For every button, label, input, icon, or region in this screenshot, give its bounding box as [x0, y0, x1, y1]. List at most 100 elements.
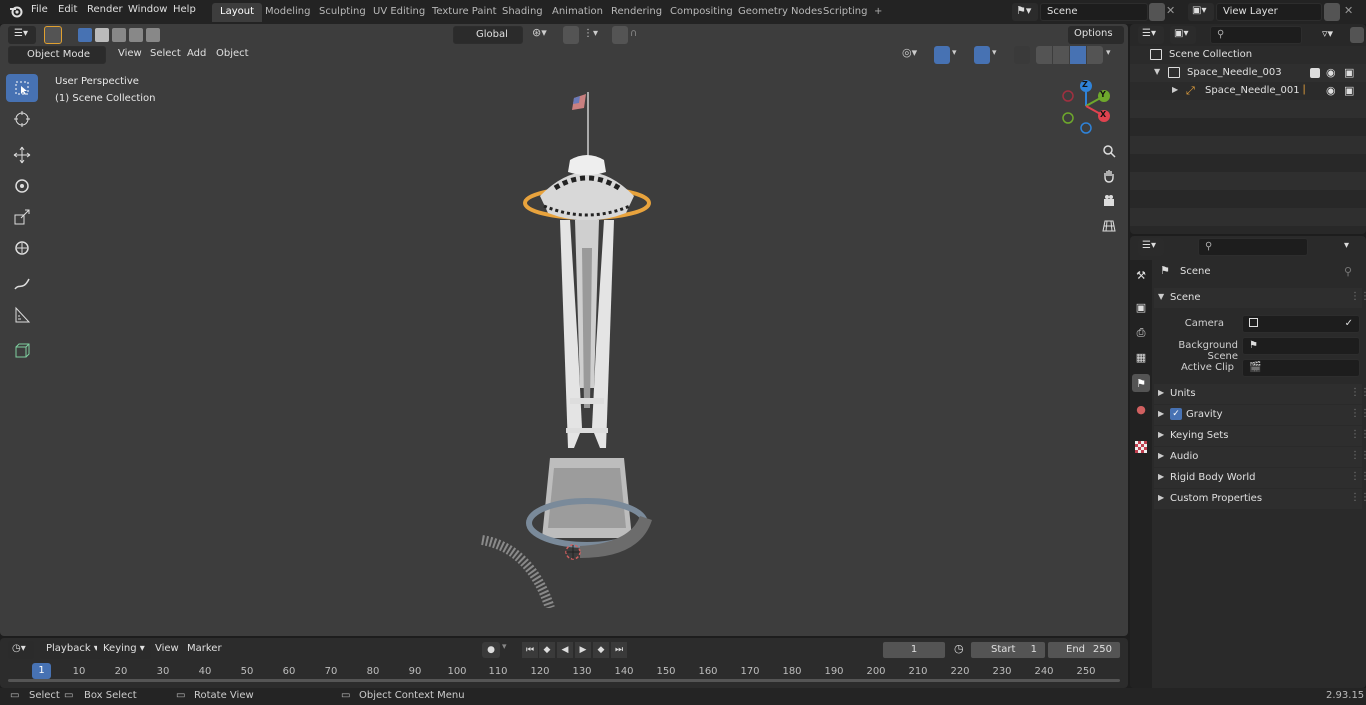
eye-icon[interactable]: ◉ — [1326, 66, 1336, 79]
gizmo-dropdown-icon[interactable]: ▾ — [952, 48, 962, 62]
delete-view-layer-icon[interactable]: ✕ — [1344, 4, 1358, 20]
shading-dropdown-icon[interactable]: ▾ — [1106, 48, 1116, 62]
snap-target-icon[interactable]: ⋮▾ — [583, 28, 607, 44]
transform-orientation-select[interactable]: Global — [453, 26, 523, 44]
xray-toggle-icon[interactable] — [1014, 46, 1030, 64]
world-tab-icon[interactable]: ● — [1132, 400, 1150, 418]
audio-panel-header[interactable]: ▶ Audio ⋮⋮ — [1154, 447, 1366, 467]
tab-texture-paint[interactable]: Texture Paint — [424, 3, 505, 22]
active-clip-field[interactable]: 🎬 — [1242, 359, 1360, 377]
shading-rendered-icon[interactable] — [1087, 46, 1103, 64]
tab-shading[interactable]: Shading — [494, 3, 551, 22]
tree-row-space-needle-003[interactable]: ▼ Space_Needle_003 ◉ ▣ — [1130, 64, 1366, 82]
drag-handle-icon[interactable]: ⋮⋮ — [1350, 387, 1366, 398]
menu-edit[interactable]: Edit — [58, 4, 77, 15]
options-button[interactable]: Options — [1068, 26, 1124, 44]
gravity-panel-header[interactable]: ▶ ✓ Gravity ⋮⋮ — [1154, 405, 1366, 425]
tree-row-scene-collection[interactable]: Scene Collection — [1130, 46, 1366, 64]
tab-layout[interactable]: Layout — [212, 3, 262, 22]
auto-keying-dropdown-icon[interactable]: ▾ — [502, 642, 514, 658]
move-tool-icon[interactable] — [6, 141, 38, 169]
scene-panel-header[interactable]: ▼ Scene ⋮⋮ — [1154, 288, 1366, 308]
prev-keyframe-icon[interactable]: ◆ — [539, 642, 555, 658]
add-workspace-button[interactable]: + — [866, 3, 890, 22]
keying-menu[interactable]: Keying ▾ — [97, 641, 151, 659]
new-view-layer-icon[interactable] — [1324, 3, 1340, 21]
select-box-tool-icon[interactable] — [44, 26, 62, 44]
marker-menu[interactable]: Marker — [181, 641, 228, 659]
tree-row-space-needle-001[interactable]: ▶ ⤢ Space_Needle_001 ❘ ◉ ▣ — [1130, 82, 1366, 100]
jump-start-icon[interactable]: ⏮ — [522, 642, 538, 658]
filter-icon[interactable]: ▿▾ — [1322, 27, 1346, 43]
exclude-checkbox-icon[interactable] — [1310, 68, 1320, 78]
drag-handle-icon[interactable]: ⋮⋮ — [1350, 450, 1366, 461]
drag-handle-icon[interactable]: ⋮⋮ — [1350, 471, 1366, 482]
rigid-body-panel-header[interactable]: ▶ Rigid Body World ⋮⋮ — [1154, 468, 1366, 488]
gizmo-toggle-icon[interactable] — [934, 46, 950, 64]
texture-tab-icon[interactable] — [1132, 438, 1150, 456]
object-menu[interactable]: Object — [210, 46, 255, 64]
drag-handle-icon[interactable]: ⋮⋮ — [1350, 492, 1366, 503]
current-frame-field[interactable]: 1 — [882, 641, 946, 659]
outliner-search-input[interactable]: ⚲ — [1210, 26, 1302, 44]
playhead-marker[interactable]: 1 — [32, 663, 51, 679]
gravity-checkbox[interactable]: ✓ — [1170, 408, 1182, 420]
timeline-scrollbar[interactable] — [8, 679, 1120, 682]
measure-tool-icon[interactable] — [6, 301, 38, 329]
timeline-editor-type-icon[interactable]: ◷▾ — [8, 641, 34, 659]
scene-name-field[interactable]: Scene — [1040, 3, 1148, 21]
end-frame-field[interactable]: End 250 — [1047, 641, 1121, 659]
scene-tab-icon[interactable]: ⚑ — [1132, 374, 1150, 392]
pivot-point-icon[interactable]: ⊛▾ — [532, 26, 554, 44]
navigation-gizmo[interactable]: Z Y X — [1058, 76, 1118, 136]
visibility-filter-icon[interactable]: ◎▾ — [902, 46, 928, 64]
start-frame-field[interactable]: Start 1 — [970, 641, 1046, 659]
snap-icon[interactable] — [563, 26, 579, 44]
tab-compositing[interactable]: Compositing — [662, 3, 741, 22]
background-scene-field[interactable]: ⚑ — [1242, 337, 1360, 355]
scene-selector-icon[interactable]: ⚑▾ — [1012, 3, 1038, 21]
blender-logo-icon[interactable] — [9, 4, 23, 18]
zoom-icon[interactable] — [1098, 140, 1120, 162]
menu-file[interactable]: File — [31, 4, 48, 15]
units-panel-header[interactable]: ▶ Units ⋮⋮ — [1154, 384, 1366, 404]
collapse-chevron-icon[interactable]: ▶ — [1172, 85, 1178, 94]
properties-editor-type-icon[interactable]: ☰▾ — [1138, 238, 1164, 256]
add-menu[interactable]: Add — [181, 46, 212, 64]
frame-ruler[interactable]: 1 10 20 30 40 50 60 70 80 90 100 110 120… — [0, 662, 1128, 682]
perspective-toggle-icon[interactable] — [1098, 215, 1120, 237]
menu-help[interactable]: Help — [173, 4, 196, 15]
output-tab-icon[interactable]: ⎙ — [1132, 324, 1150, 342]
rotate-tool-icon[interactable] — [6, 172, 38, 200]
editor-type-icon[interactable]: ☰▾ — [8, 26, 36, 44]
drag-handle-icon[interactable]: ⋮⋮ — [1350, 408, 1366, 419]
play-icon[interactable]: ▶ — [575, 642, 591, 658]
space-needle-model[interactable] — [470, 88, 670, 610]
drag-handle-icon[interactable]: ⋮⋮ — [1350, 429, 1366, 440]
shading-solid-icon[interactable] — [1053, 46, 1069, 64]
object-mode-select[interactable]: Object Mode — [8, 46, 106, 64]
tab-rendering[interactable]: Rendering — [603, 3, 670, 22]
record-keyframe-icon[interactable]: ● — [482, 642, 500, 658]
add-cube-tool-icon[interactable] — [6, 337, 38, 365]
proportional-edit-icon[interactable] — [612, 26, 628, 44]
expand-chevron-icon[interactable]: ▼ — [1154, 67, 1160, 76]
tab-animation[interactable]: Animation — [544, 3, 611, 22]
camera-render-icon[interactable]: ▣ — [1344, 84, 1354, 97]
drag-handle-icon[interactable]: ⋮⋮ — [1350, 291, 1366, 302]
transform-tool-icon[interactable] — [6, 234, 38, 262]
render-tab-icon[interactable]: ▣ — [1132, 298, 1150, 316]
jump-end-icon[interactable]: ⏭ — [611, 642, 627, 658]
view-layer-tab-icon[interactable]: ▦ — [1132, 348, 1150, 366]
camera-view-icon[interactable] — [1098, 190, 1120, 212]
annotate-tool-icon[interactable] — [6, 270, 38, 298]
camera-field[interactable]: ✓ — [1242, 315, 1360, 333]
timeline-view-menu[interactable]: View — [149, 641, 185, 659]
eye-icon[interactable]: ◉ — [1326, 84, 1336, 97]
select-tool-icon[interactable] — [6, 74, 38, 102]
falloff-icon[interactable]: ∩ — [630, 28, 654, 44]
custom-properties-panel-header[interactable]: ▶ Custom Properties ⋮⋮ — [1154, 489, 1366, 509]
preview-range-icon[interactable]: ◷ — [954, 642, 968, 658]
selection-mode-set-icon[interactable] — [78, 28, 160, 42]
overlay-dropdown-icon[interactable]: ▾ — [992, 48, 1002, 62]
